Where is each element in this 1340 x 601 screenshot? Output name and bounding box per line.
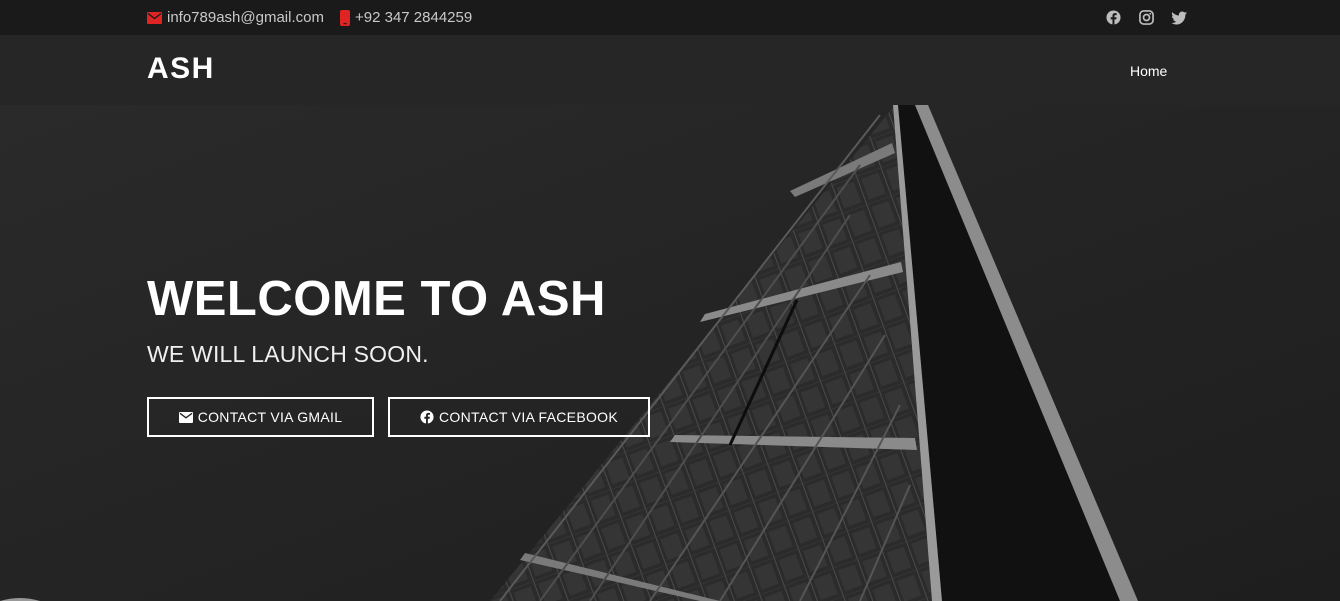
- hero-title: WELCOME TO ASH: [147, 272, 606, 326]
- navbar: ASH Home: [0, 35, 1340, 105]
- contact-facebook-button[interactable]: CONTACT VIA FACEBOOK: [388, 397, 650, 437]
- top-bar: info789ash@gmail.com +92 347 2844259: [0, 0, 1340, 35]
- phone-text: +92 347 2844259: [354, 9, 473, 26]
- twitter-icon[interactable]: [1171, 10, 1187, 26]
- instagram-icon[interactable]: [1138, 10, 1154, 26]
- phone-contact[interactable]: +92 347 2844259: [339, 9, 473, 26]
- envelope-icon: [147, 11, 162, 24]
- envelope-icon: [178, 411, 193, 423]
- contact-info: info789ash@gmail.com +92 347 2844259: [147, 0, 488, 35]
- brand-logo[interactable]: ASH: [147, 52, 215, 86]
- contact-gmail-button[interactable]: CONTACT VIA GMAIL: [147, 397, 374, 437]
- phone-icon: [339, 9, 350, 26]
- social-links: [1105, 0, 1204, 35]
- hero-text: WELCOME TO ASH WE WILL LAUNCH SOON.: [147, 275, 606, 368]
- contact-gmail-label: CONTACT VIA GMAIL: [197, 409, 343, 425]
- hero-section: WELCOME TO ASH WE WILL LAUNCH SOON. CONT…: [0, 105, 1340, 601]
- email-contact[interactable]: info789ash@gmail.com: [147, 9, 324, 26]
- nav-home-link[interactable]: Home: [1130, 63, 1167, 79]
- hero-subtitle: WE WILL LAUNCH SOON.: [147, 341, 429, 367]
- facebook-icon[interactable]: [1105, 10, 1121, 26]
- hero-buttons: CONTACT VIA GMAIL CONTACT VIA FACEBOOK: [147, 397, 650, 437]
- facebook-icon: [420, 410, 434, 424]
- contact-facebook-label: CONTACT VIA FACEBOOK: [439, 409, 618, 425]
- email-text: info789ash@gmail.com: [167, 9, 324, 26]
